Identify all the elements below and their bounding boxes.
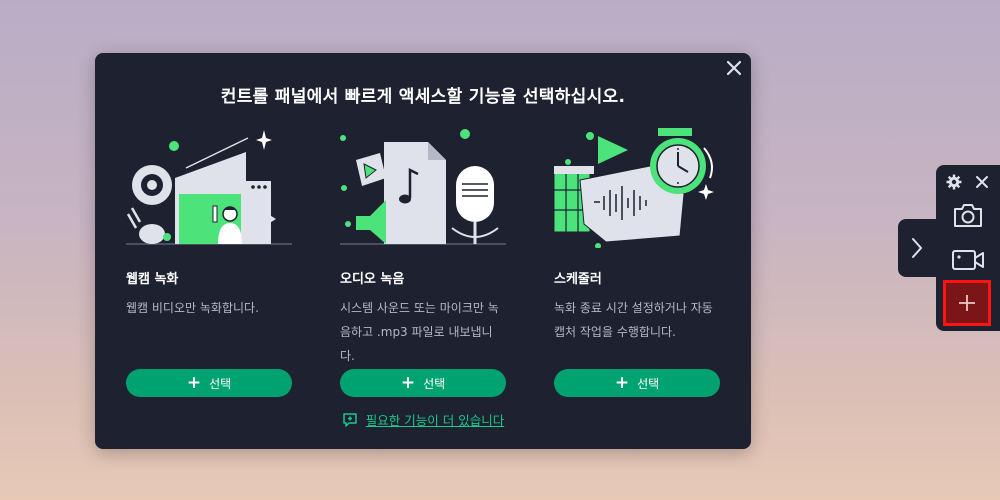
feedback-icon [343,412,357,427]
plus-icon [959,295,975,311]
close-icon[interactable] [975,175,989,189]
card-audio: 오디오 녹음 시스템 사운드 또는 마이크만 녹음하고 .mp3 파일로 내보냅… [340,128,506,368]
card-title: 스케줄러 [554,272,602,287]
webcam-illustration [126,130,292,245]
card-title: 웹캠 녹화 [126,272,179,287]
select-button-label: 선택 [209,376,232,391]
select-webcam-button[interactable]: + 선택 [126,369,292,397]
card-description: 시스템 사운드 또는 마이크만 녹음하고 .mp3 파일로 내보냅니다. [340,301,499,363]
card-description: 웹캠 비디오만 녹화합니다. [126,301,259,315]
card-webcam: 웹캠 녹화 웹캠 비디오만 녹화합니다. [126,128,292,320]
select-button-label: 선택 [423,376,446,391]
more-features-text: 필요한 기능이 더 있습니다 [365,413,505,428]
card-description: 녹화 종료 시간 설정하거나 자동 캡처 작업을 수행합니다. [554,301,713,339]
audio-illustration [340,129,506,245]
select-scheduler-button[interactable]: + 선택 [554,369,720,397]
plus-icon: + [614,372,630,393]
select-button-label: 선택 [637,376,660,391]
select-audio-button[interactable]: + 선택 [340,369,506,397]
gear-icon[interactable] [946,174,962,190]
card-title: 오디오 녹음 [340,272,405,287]
plus-icon: + [400,372,416,393]
card-scheduler: 스케줄러 녹화 종료 시간 설정하거나 자동 캡처 작업을 수행합니다. [554,128,720,344]
panel-expand-button[interactable] [898,219,942,277]
dialog-title: 컨트롤 패널에서 빠르게 액세스할 기능을 선택하십시오. [220,87,626,107]
plus-icon: + [186,372,202,393]
feature-select-dialog: 컨트롤 패널에서 빠르게 액세스할 기능을 선택하십시오. 웹캠 녹화 웹캠 비… [95,53,751,449]
add-feature-button[interactable] [943,280,991,326]
video-camera-icon[interactable] [951,248,985,272]
scheduler-illustration [554,128,714,248]
camera-icon[interactable] [952,203,984,229]
close-icon[interactable] [725,59,743,77]
more-features-link[interactable]: 필요한 기능이 더 있습니다 [95,410,751,429]
chevron-right-icon [912,238,923,258]
